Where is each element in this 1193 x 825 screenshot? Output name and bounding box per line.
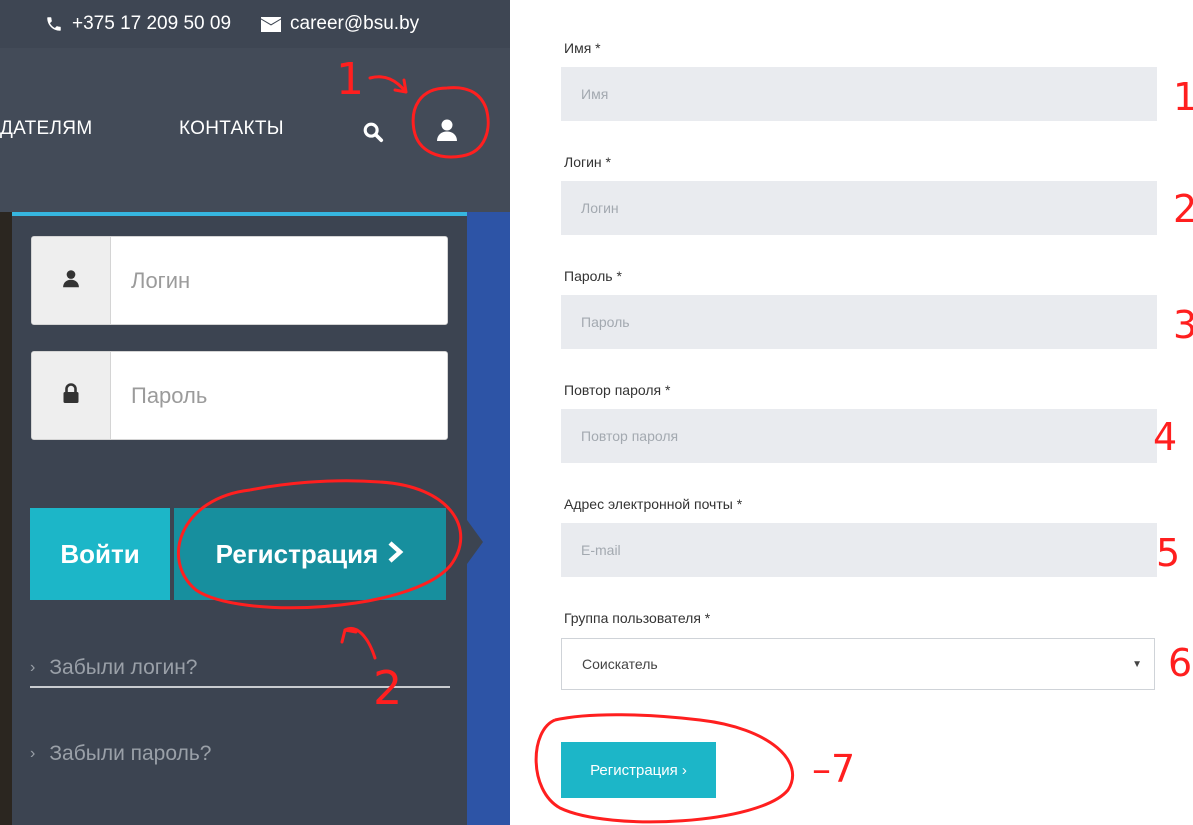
login-input-group — [31, 236, 448, 325]
login-button[interactable]: Войти — [30, 508, 170, 600]
register-button-label: Регистрация — [215, 538, 379, 569]
forgot-login-label: Забыли логин? — [49, 656, 198, 679]
nav-link-contacts[interactable]: КОНТАКТЫ — [179, 118, 284, 140]
forgot-password-label: Забыли пароль? — [49, 742, 212, 765]
password-addon — [32, 352, 111, 439]
password-repeat-label: Повтор пароля * — [564, 382, 671, 398]
name-label: Имя * — [564, 40, 601, 56]
background-strip — [0, 212, 12, 825]
user-group-label: Группа пользователя * — [564, 610, 711, 626]
annotation-number-2: 2 — [373, 661, 403, 715]
caret-down-icon: ▼ — [1132, 658, 1142, 670]
password-label: Пароль * — [564, 268, 622, 284]
left-screenshot-panel: +375 17 209 50 09 career@bsu.by ДАТЕЛЯМ … — [0, 0, 510, 825]
chevron-right-icon: › — [30, 745, 36, 762]
password-input-group — [31, 351, 448, 440]
register-button[interactable]: Регистрация — [174, 508, 446, 600]
email-input[interactable] — [561, 523, 1157, 577]
login-button-label: Войти — [60, 538, 140, 569]
main-navbar: ДАТЕЛЯМ КОНТАКТЫ — [0, 48, 510, 212]
user-group-select[interactable]: Соискатель ▼ — [561, 638, 1155, 690]
chevron-right-icon: › — [30, 659, 36, 676]
envelope-icon — [261, 16, 282, 32]
annotation-number-1: 1 — [336, 54, 364, 105]
name-input[interactable] — [561, 67, 1157, 121]
password-repeat-input[interactable] — [561, 409, 1157, 463]
forgot-password-link[interactable]: › Забыли пароль? — [30, 742, 450, 766]
phone-number: +375 17 209 50 09 — [72, 13, 232, 34]
user-icon[interactable] — [436, 118, 458, 147]
email-address: career@bsu.by — [290, 13, 420, 34]
annotation-step-2: 2 — [1173, 187, 1193, 231]
contact-topbar: +375 17 209 50 09 career@bsu.by — [0, 0, 510, 48]
phone-contact[interactable]: +375 17 209 50 09 — [45, 13, 231, 35]
password-input[interactable] — [111, 352, 447, 439]
phone-icon — [45, 15, 63, 33]
nav-link-employers[interactable]: ДАТЕЛЯМ — [0, 118, 92, 140]
lock-icon — [63, 383, 79, 408]
login-input[interactable] — [111, 237, 447, 324]
chevron-right-icon — [386, 539, 404, 570]
user-group-value: Соискатель — [582, 656, 658, 672]
username-label: Логин * — [564, 154, 611, 170]
annotation-step-1: 1 — [1173, 75, 1193, 119]
username-input[interactable] — [561, 181, 1157, 235]
email-label: Адрес электронной почты * — [564, 496, 743, 512]
password-input[interactable] — [561, 295, 1157, 349]
registration-submit-label: Регистрация › — [590, 761, 687, 779]
user-icon — [62, 269, 80, 293]
email-contact[interactable]: career@bsu.by — [261, 13, 419, 35]
registration-submit-button[interactable]: Регистрация › — [561, 742, 716, 798]
dropdown-arrow — [467, 520, 483, 564]
annotation-step-5: 5 — [1156, 531, 1181, 575]
annotation-step-7: –7 — [812, 747, 856, 791]
search-icon[interactable] — [362, 121, 384, 148]
annotation-step-4: 4 — [1153, 415, 1178, 459]
background-blue — [466, 212, 510, 825]
annotation-step-3: 3 — [1173, 303, 1193, 347]
login-dropdown: Войти Регистрация › Забыли логин? › Забы… — [12, 212, 467, 825]
login-addon — [32, 237, 111, 324]
annotation-step-6: 6 — [1168, 641, 1193, 685]
